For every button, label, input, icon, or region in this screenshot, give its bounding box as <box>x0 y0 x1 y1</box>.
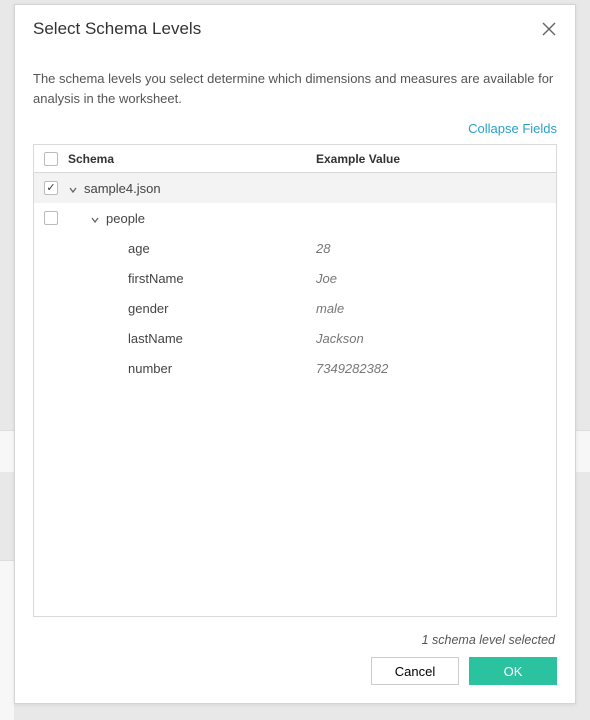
selection-status: 1 schema level selected <box>33 617 557 657</box>
ok-button[interactable]: OK <box>469 657 557 685</box>
table-row[interactable]: age 28 <box>34 233 556 263</box>
table-row[interactable]: gender male <box>34 293 556 323</box>
schema-levels-dialog: Select Schema Levels The schema levels y… <box>14 4 576 704</box>
schema-label: gender <box>128 301 168 316</box>
close-icon[interactable] <box>541 21 557 37</box>
dialog-description: The schema levels you select determine w… <box>33 69 557 108</box>
row-checkbox[interactable] <box>44 181 58 195</box>
table-row[interactable]: number 7349282382 <box>34 353 556 383</box>
column-header-example[interactable]: Example Value <box>316 152 556 166</box>
example-value: 28 <box>316 241 556 256</box>
cancel-button[interactable]: Cancel <box>371 657 459 685</box>
chevron-down-icon[interactable] <box>68 183 78 193</box>
table-row[interactable]: people <box>34 203 556 233</box>
collapse-fields-link[interactable]: Collapse Fields <box>468 121 557 136</box>
table-row[interactable]: sample4.json <box>34 173 556 203</box>
example-value: Joe <box>316 271 556 286</box>
dialog-title: Select Schema Levels <box>33 19 201 39</box>
table-row[interactable]: firstName Joe <box>34 263 556 293</box>
example-value: 7349282382 <box>316 361 556 376</box>
select-all-checkbox[interactable] <box>44 152 58 166</box>
schema-label: number <box>128 361 172 376</box>
row-checkbox[interactable] <box>44 211 58 225</box>
chevron-down-icon[interactable] <box>90 213 100 223</box>
schema-label: sample4.json <box>84 181 161 196</box>
schema-label: people <box>106 211 145 226</box>
table-row[interactable]: lastName Jackson <box>34 323 556 353</box>
schema-table: Schema Example Value sample4.json people a… <box>33 144 557 617</box>
schema-label: lastName <box>128 331 183 346</box>
schema-label: firstName <box>128 271 184 286</box>
dialog-buttons: Cancel OK <box>15 657 575 703</box>
example-value: Jackson <box>316 331 556 346</box>
example-value: male <box>316 301 556 316</box>
column-header-schema[interactable]: Schema <box>68 152 316 166</box>
schema-label: age <box>128 241 150 256</box>
dialog-header: Select Schema Levels <box>15 5 575 51</box>
table-header-row: Schema Example Value <box>34 145 556 173</box>
schema-tree: sample4.json people age 28 firstName Joe gende… <box>34 173 556 616</box>
